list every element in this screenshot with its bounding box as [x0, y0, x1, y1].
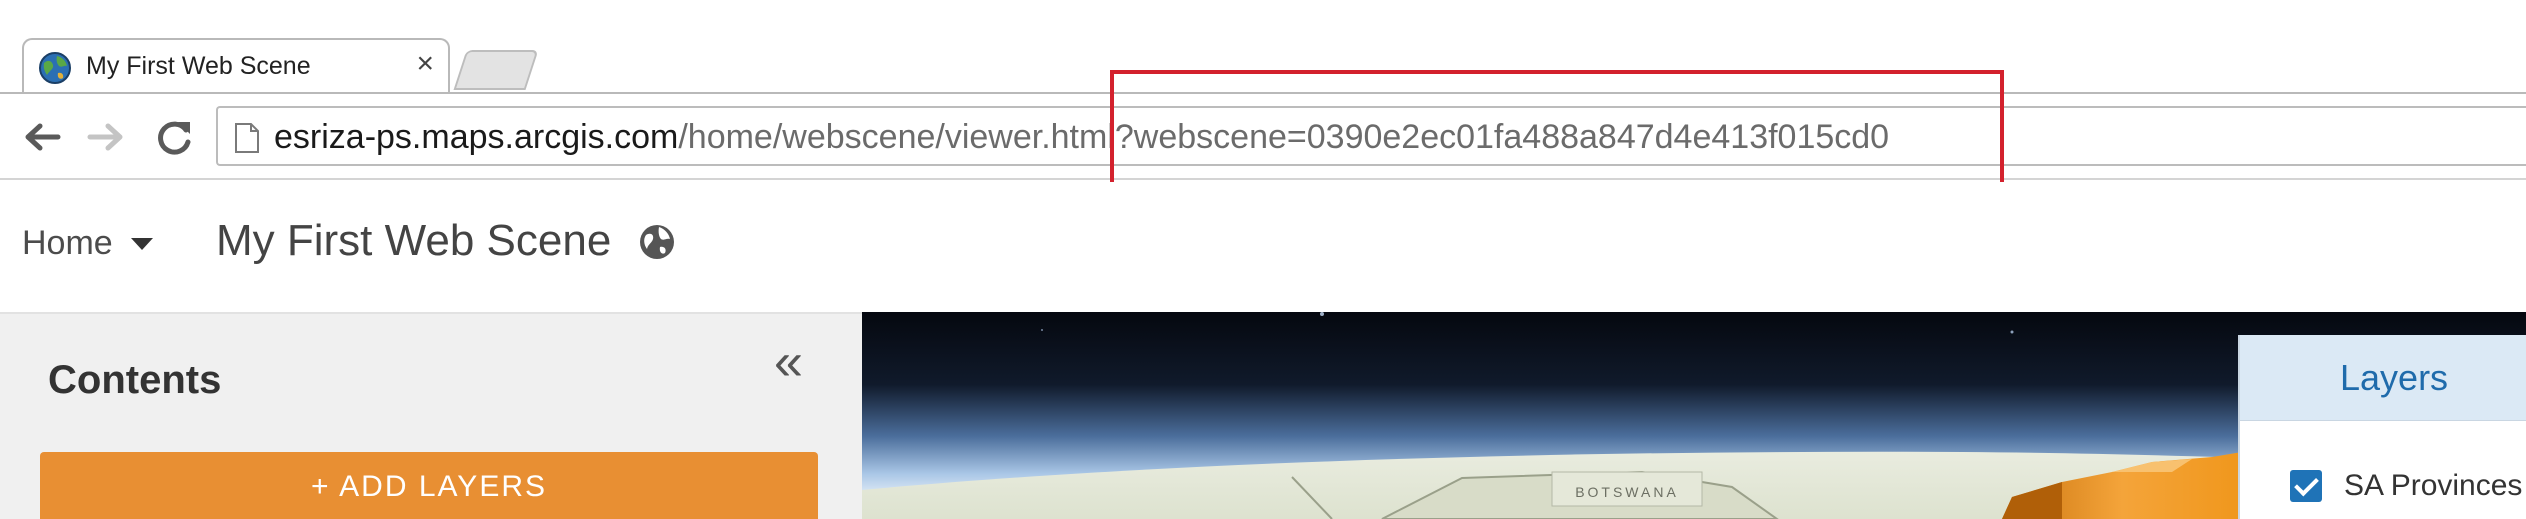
layers-panel: Layers SA Provinces	[2238, 335, 2526, 519]
back-arrow-icon[interactable]	[18, 114, 66, 160]
country-label: BOTSWANA	[1575, 484, 1679, 500]
tab-title: My First Web Scene	[86, 52, 311, 80]
layer-item[interactable]: SA Provinces	[2290, 469, 2522, 503]
new-tab-button[interactable]	[453, 50, 539, 90]
globe-favicon-icon	[39, 52, 71, 84]
browser-tab[interactable]: My First Web Scene ×	[22, 38, 450, 94]
url-host: esriza-ps.maps.arcgis.com	[274, 118, 679, 156]
layer-visibility-checkbox[interactable]	[2290, 470, 2322, 502]
layer-label: SA Provinces	[2344, 469, 2523, 502]
collapse-panel-icon[interactable]: «	[774, 336, 803, 388]
add-layers-button[interactable]: + ADD LAYERS	[40, 452, 818, 519]
forward-arrow-icon[interactable]	[82, 114, 130, 160]
contents-panel: Contents « + ADD LAYERS	[0, 312, 862, 519]
page-icon	[235, 123, 259, 153]
app-header: Home My First Web Scene	[0, 182, 2526, 312]
home-label: Home	[22, 224, 113, 262]
layers-title: Layers	[2340, 357, 2449, 398]
globe-icon[interactable]	[637, 222, 677, 262]
reload-icon[interactable]	[150, 114, 198, 160]
caret-down-icon	[130, 237, 153, 250]
home-menu[interactable]: Home	[22, 224, 153, 263]
layers-tab[interactable]: Layers	[2240, 335, 2526, 421]
scene-title: My First Web Scene	[216, 216, 612, 265]
contents-title: Contents	[48, 358, 222, 402]
tab-close-icon[interactable]: ×	[416, 49, 434, 79]
